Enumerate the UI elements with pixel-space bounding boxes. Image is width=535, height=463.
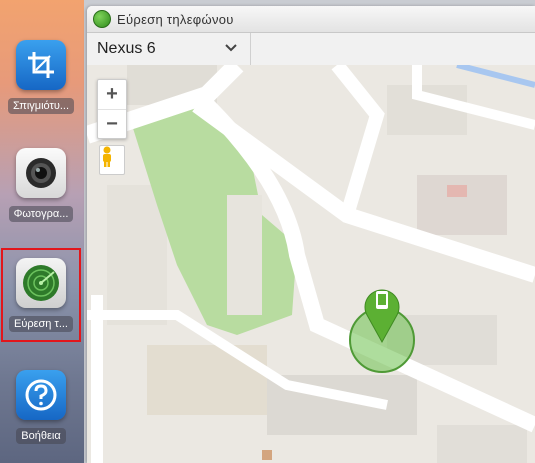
zoom-control: + −	[97, 79, 127, 139]
app-dock: Σπιγμιότυ... Φωτογρα... Εύρεση τ... Βοήθ…	[0, 0, 84, 463]
find-phone-window: Εύρεση τηλεφώνου Nexus 6 + −	[87, 6, 535, 463]
window-titlebar[interactable]: Εύρεση τηλεφώνου	[87, 6, 535, 33]
help-icon	[16, 370, 66, 420]
device-select[interactable]: Nexus 6	[87, 33, 251, 65]
dock-item-label: Εύρεση τ...	[9, 316, 73, 332]
pegman-icon[interactable]	[99, 145, 125, 175]
toolbar: Nexus 6	[87, 33, 535, 66]
chevron-down-icon	[224, 40, 238, 58]
camera-icon	[16, 148, 66, 198]
dock-item-camera[interactable]: Φωτογρα...	[3, 140, 79, 230]
app-logo-icon	[93, 10, 111, 28]
device-select-value: Nexus 6	[97, 40, 156, 57]
dock-item-help[interactable]: Βοήθεια	[3, 362, 79, 452]
crop-icon	[16, 40, 66, 90]
zoom-out-button[interactable]: −	[98, 109, 126, 139]
dock-item-screenshot[interactable]: Σπιγμιότυ...	[3, 32, 79, 122]
zoom-in-button[interactable]: +	[98, 80, 126, 109]
dock-item-label: Βοήθεια	[16, 428, 66, 444]
map-canvas	[87, 65, 535, 463]
window-title: Εύρεση τηλεφώνου	[117, 11, 234, 27]
dock-item-label: Σπιγμιότυ...	[7, 98, 75, 114]
radar-icon	[16, 258, 66, 308]
dock-item-label: Φωτογρα...	[8, 206, 74, 222]
map-view[interactable]: + −	[87, 65, 535, 463]
dock-item-find-phone[interactable]: Εύρεση τ...	[1, 248, 81, 342]
